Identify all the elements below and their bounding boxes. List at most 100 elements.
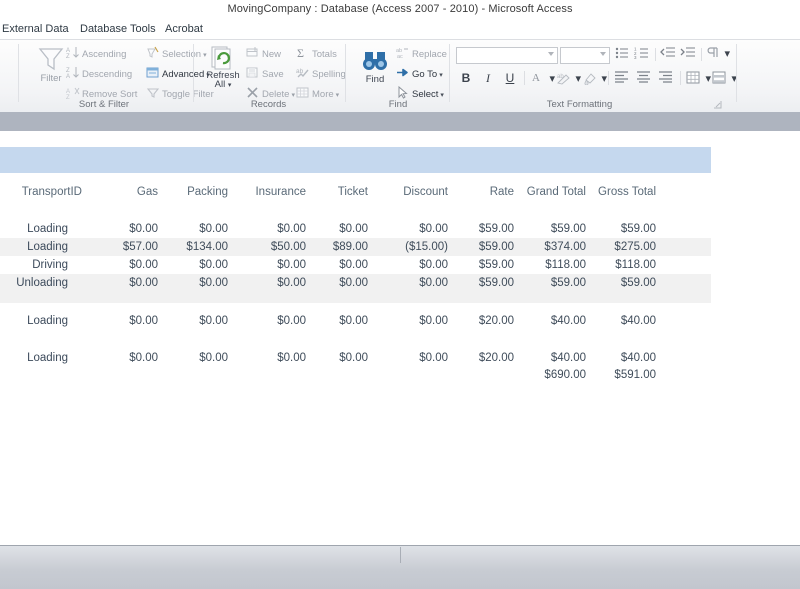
text-highlight-icon[interactable]: ab ▾ (556, 70, 581, 87)
spelling-icon: ab (296, 66, 310, 79)
svg-text:Σ: Σ (297, 46, 304, 59)
table-row[interactable]: Driving $0.00 $0.00 $0.00 $0.00 $0.00 $5… (0, 256, 711, 274)
save-record-button[interactable]: Save (246, 66, 284, 83)
font-size-combobox[interactable] (560, 47, 610, 64)
italic-icon[interactable]: I (480, 70, 496, 86)
tab-acrobat[interactable]: Acrobat (165, 21, 203, 39)
cell-grand-total: $59.00 (550, 277, 586, 289)
align-center-icon[interactable] (636, 70, 652, 86)
svg-text:A: A (532, 72, 540, 84)
table-row[interactable]: Unloading $0.00 $0.00 $0.00 $0.00 $0.00 … (0, 274, 711, 292)
cell-packing: $0.00 (199, 259, 228, 271)
column-header-gross-total[interactable]: Gross Total (588, 181, 656, 203)
cell-discount: ($15.00) (405, 241, 448, 253)
more-dropdown-arrow[interactable]: ▾ (336, 92, 340, 99)
ribbon-group-clipboard-clipped: er (0, 40, 2, 111)
go-to-button[interactable]: Go To ▾ (396, 66, 443, 83)
cell-packing: $0.00 (199, 352, 228, 364)
font-color-icon[interactable]: A ▾ (530, 70, 555, 87)
refresh-all-button[interactable]: Refresh All ▾ (200, 45, 246, 91)
background-color-dropdown-arrow[interactable]: ▾ (601, 71, 607, 87)
table-row[interactable]: Loading $0.00 $0.00 $0.00 $0.00 $0.00 $2… (0, 312, 711, 330)
spelling-label: Spelling (312, 69, 346, 80)
bold-icon[interactable]: B (458, 70, 474, 86)
cell-discount: $0.00 (419, 277, 448, 289)
title-bar: MovingCompany : Database (Access 2007 - … (0, 0, 800, 22)
background-color-icon[interactable]: ▾ (582, 70, 607, 87)
tf-separator-5 (680, 71, 681, 85)
text-direction-icon[interactable]: ▾ (706, 46, 730, 62)
select-dropdown-arrow[interactable]: ▾ (440, 92, 444, 99)
ribbon: er Filter AZ Ascending ZA (0, 39, 800, 113)
gridlines-dropdown-arrow[interactable]: ▾ (705, 71, 711, 87)
cell-gross-total: $118.00 (615, 259, 656, 271)
font-name-combobox[interactable] (456, 47, 558, 64)
column-header-transport-id[interactable]: TransportID (0, 181, 82, 203)
status-bar-divider (400, 547, 401, 563)
bullets-icon[interactable] (614, 46, 630, 62)
sort-ascending-button[interactable]: AZ Ascending (66, 46, 126, 63)
column-header-rate[interactable]: Rate (456, 181, 514, 203)
column-header-discount[interactable]: Discount (380, 181, 448, 203)
chevron-down-icon-2[interactable] (600, 52, 606, 56)
ribbon-group-text-formatting: 123 ▾ B I U A ▾ ab ▾ ▾ ▾ ▾ Text Formatti… (452, 40, 737, 111)
column-header-packing[interactable]: Packing (166, 181, 228, 203)
go-to-dropdown-arrow[interactable]: ▾ (439, 72, 443, 79)
font-color-dropdown-arrow[interactable]: ▾ (549, 71, 555, 87)
cell-ticket: $89.00 (332, 241, 368, 253)
table-row[interactable]: Loading $0.00 $0.00 $0.00 $0.00 $0.00 $5… (0, 220, 711, 238)
save-record-icon (246, 66, 260, 79)
sort-descending-button[interactable]: ZA Descending (66, 66, 132, 83)
cell-rate: $59.00 (478, 223, 514, 235)
cell-rate: $59.00 (478, 277, 514, 289)
cell-insurance: $0.00 (277, 223, 306, 235)
ribbon-group-sort-filter: Filter AZ Ascending ZA Descending AZ Rem… (20, 40, 214, 111)
spelling-button[interactable]: ab Spelling (296, 66, 346, 83)
cell-insurance: $0.00 (277, 352, 306, 364)
find-button[interactable]: Find (352, 48, 398, 85)
cell-grand-total: $374.00 (544, 241, 586, 253)
align-right-icon[interactable] (658, 70, 674, 86)
text-formatting-dialog-launcher[interactable] (714, 101, 722, 109)
delete-record-icon (246, 86, 260, 99)
table-row[interactable]: Loading $0.00 $0.00 $0.00 $0.00 $0.00 $2… (0, 349, 711, 367)
window-title: MovingCompany : Database (Access 2007 - … (227, 3, 573, 15)
tab-database-tools[interactable]: Database Tools (80, 21, 156, 39)
new-record-icon (246, 46, 260, 59)
tab-external-data[interactable]: External Data (2, 21, 69, 39)
numbering-icon[interactable]: 123 (634, 46, 650, 62)
chevron-down-icon[interactable] (548, 52, 554, 56)
column-header-insurance[interactable]: Insurance (236, 181, 306, 203)
align-left-icon[interactable] (614, 70, 630, 86)
svg-text:ab: ab (296, 68, 304, 75)
column-header-ticket[interactable]: Ticket (312, 181, 368, 203)
underline-icon[interactable]: U (502, 70, 518, 86)
cell-packing: $0.00 (199, 223, 228, 235)
toggle-filter-icon (146, 86, 160, 99)
replace-button[interactable]: ab ac Replace (396, 46, 447, 63)
report-totals-row: $690.00 $591.00 (0, 366, 711, 384)
cell-ticket: $0.00 (339, 259, 368, 271)
more-icon (296, 86, 310, 99)
cell-packing: $0.00 (199, 315, 228, 327)
cell-transport-id: Loading (27, 352, 68, 364)
increase-indent-icon[interactable] (680, 46, 696, 62)
cell-gas: $0.00 (129, 259, 158, 271)
table-row[interactable]: Loading $57.00 $134.00 $50.00 $89.00 ($1… (0, 238, 711, 256)
column-header-gas[interactable]: Gas (92, 181, 158, 203)
delete-dropdown-arrow[interactable]: ▾ (291, 92, 295, 99)
alternate-fill-color-icon[interactable]: ▾ (712, 70, 737, 86)
totals-button[interactable]: Σ Totals (296, 46, 337, 63)
decrease-indent-icon[interactable] (660, 46, 676, 62)
cell-rate: $20.00 (478, 315, 514, 327)
cell-gas: $0.00 (129, 315, 158, 327)
new-record-button[interactable]: New (246, 46, 281, 63)
report-view[interactable]: TransportID Gas Packing Insurance Ticket… (0, 131, 800, 545)
text-highlight-dropdown-arrow[interactable]: ▾ (575, 71, 581, 87)
column-header-grand-total[interactable]: Grand Total (518, 181, 586, 203)
cell-packing: $134.00 (186, 241, 228, 253)
save-record-label: Save (262, 69, 284, 80)
text-direction-dropdown-arrow[interactable]: ▾ (724, 46, 730, 62)
cell-gas: $0.00 (129, 352, 158, 364)
gridlines-icon[interactable]: ▾ (686, 70, 711, 87)
